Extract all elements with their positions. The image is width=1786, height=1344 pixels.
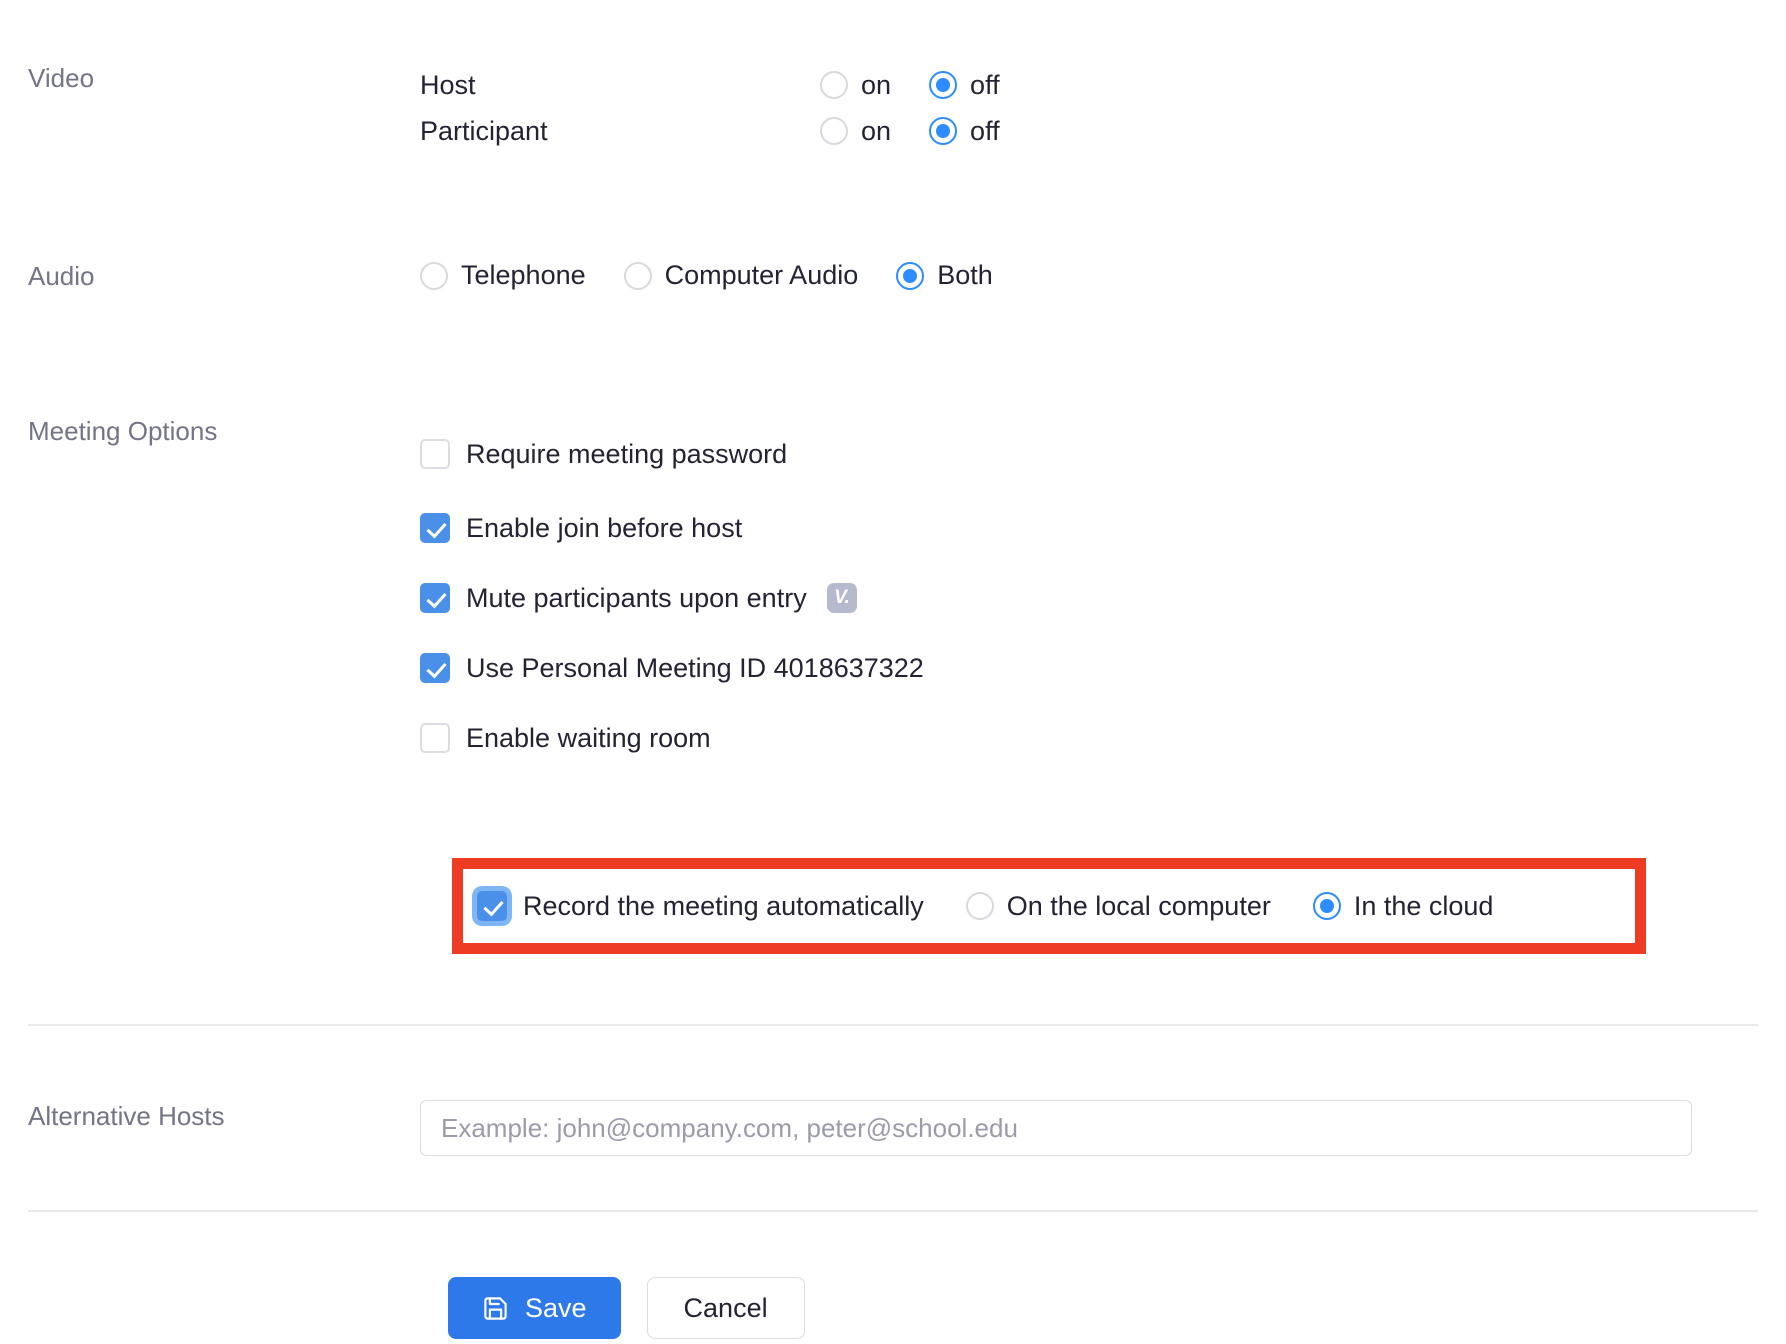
record-option-row: Record the meeting automatically On the …	[463, 869, 1635, 943]
checkbox-icon[interactable]	[420, 723, 450, 753]
radio-icon[interactable]	[820, 71, 848, 99]
video-participant-on-option[interactable]: on	[820, 116, 891, 147]
video-host-label: Host	[420, 69, 476, 100]
radio-icon[interactable]	[420, 261, 448, 290]
audio-computer-option[interactable]: Computer Audio	[623, 260, 859, 291]
video-participant-radio-group: on off	[820, 116, 1000, 147]
divider-top	[28, 1024, 1758, 1026]
record-option-highlight: Record the meeting automatically On the …	[452, 858, 1646, 954]
radio-icon[interactable]	[965, 892, 994, 920]
audio-both-option[interactable]: Both	[896, 260, 993, 291]
option-require-password[interactable]: Require meeting password	[420, 415, 924, 493]
checkbox-icon[interactable]	[420, 439, 450, 469]
alternative-hosts-label: Alternative Hosts	[28, 1101, 225, 1131]
video-host-on-label: on	[861, 69, 892, 100]
video-section-body: Host on off Participant on off	[420, 62, 1000, 154]
cancel-button[interactable]: Cancel	[646, 1277, 805, 1339]
record-destination-local-label: On the local computer	[1006, 890, 1271, 921]
alternative-hosts-body: Example: john@company.com, peter@school.…	[420, 1100, 1692, 1156]
save-button-label: Save	[525, 1292, 587, 1323]
option-use-pmi-label: Use Personal Meeting ID 4018637322	[466, 652, 924, 683]
action-buttons: Save Cancel	[448, 1277, 805, 1339]
video-participant-row: Participant on off	[420, 108, 1000, 154]
option-record-automatically-label: Record the meeting automatically	[523, 890, 924, 921]
alternative-hosts-input[interactable]: Example: john@company.com, peter@school.…	[420, 1100, 1692, 1156]
cancel-button-label: Cancel	[683, 1292, 768, 1323]
save-button[interactable]: Save	[448, 1277, 621, 1339]
checkbox-icon[interactable]	[420, 583, 450, 613]
meeting-options-section: Meeting Options Require meeting password…	[0, 415, 924, 773]
audio-radio-group: Telephone Computer Audio Both	[420, 260, 993, 291]
option-waiting-room-label: Enable waiting room	[466, 722, 711, 753]
radio-icon[interactable]	[623, 261, 652, 290]
alternative-hosts-section: Alternative Hosts Example: john@company.…	[0, 1100, 1692, 1156]
video-section: Video Host on off Participant on off	[0, 62, 1000, 154]
divider-bottom	[28, 1210, 1758, 1212]
option-mute-on-entry[interactable]: Mute participants upon entry V.	[420, 563, 924, 633]
option-require-password-label: Require meeting password	[466, 438, 788, 469]
audio-computer-label: Computer Audio	[664, 260, 859, 290]
option-waiting-room[interactable]: Enable waiting room	[420, 703, 924, 773]
record-destination-local[interactable]: On the local computer	[965, 890, 1271, 922]
meeting-settings-page: Video Host on off Participant on off Aud…	[0, 0, 1786, 1344]
option-join-before-host-label: Enable join before host	[466, 512, 743, 543]
audio-both-label: Both	[937, 260, 993, 290]
video-participant-off-label: off	[970, 115, 1000, 146]
video-host-off-option[interactable]: off	[929, 70, 1000, 101]
option-use-pmi[interactable]: Use Personal Meeting ID 4018637322	[420, 633, 924, 703]
radio-icon[interactable]	[929, 117, 958, 145]
meeting-options-label: Meeting Options	[28, 416, 218, 446]
checkbox-icon[interactable]	[477, 891, 507, 921]
option-mute-on-entry-label: Mute participants upon entry	[466, 582, 807, 613]
video-participant-off-option[interactable]: off	[929, 116, 1000, 147]
video-section-label: Video	[28, 63, 95, 93]
info-badge-icon[interactable]: V.	[826, 583, 857, 613]
radio-icon[interactable]	[1312, 892, 1341, 920]
alternative-hosts-placeholder: Example: john@company.com, peter@school.…	[441, 1112, 1018, 1143]
meeting-options-body: Require meeting password Enable join bef…	[420, 415, 924, 773]
record-destination-cloud[interactable]: In the cloud	[1312, 890, 1494, 922]
record-destination-cloud-label: In the cloud	[1353, 890, 1494, 921]
video-host-row: Host on off	[420, 62, 1000, 108]
floppy-disk-icon	[482, 1295, 509, 1322]
audio-section-body: Telephone Computer Audio Both	[420, 260, 993, 291]
audio-telephone-label: Telephone	[461, 260, 586, 290]
audio-telephone-option[interactable]: Telephone	[420, 260, 586, 291]
audio-section-label: Audio	[28, 261, 95, 291]
video-host-radio-group: on off	[820, 70, 1000, 101]
video-host-off-label: off	[970, 69, 1000, 100]
checkbox-icon[interactable]	[420, 653, 450, 683]
option-join-before-host[interactable]: Enable join before host	[420, 493, 924, 563]
video-participant-on-label: on	[861, 115, 892, 146]
radio-icon[interactable]	[929, 71, 958, 99]
video-host-on-option[interactable]: on	[820, 70, 891, 101]
checkbox-icon[interactable]	[420, 513, 450, 543]
audio-section: Audio Telephone Computer Audio Both	[0, 260, 993, 293]
video-participant-label: Participant	[420, 115, 548, 146]
radio-icon[interactable]	[820, 117, 848, 145]
radio-icon[interactable]	[896, 261, 925, 290]
